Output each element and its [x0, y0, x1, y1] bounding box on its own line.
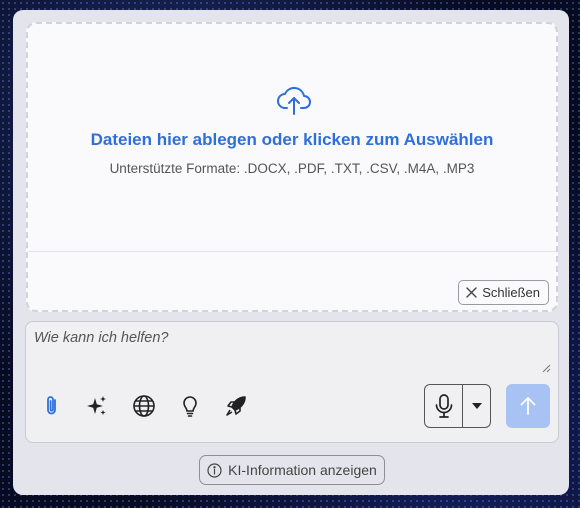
- arrow-up-icon: [520, 397, 536, 415]
- web-search-button[interactable]: [130, 392, 158, 420]
- close-label: Schließen: [482, 285, 540, 300]
- ideas-button[interactable]: [176, 392, 204, 420]
- info-circle-icon: [207, 462, 222, 478]
- ai-info-button[interactable]: KI-Information anzeigen: [199, 455, 385, 485]
- close-icon: [466, 287, 477, 298]
- cloud-upload-icon: [277, 86, 311, 115]
- voice-input-group: [424, 384, 491, 428]
- rocket-icon: [226, 396, 246, 416]
- file-dropzone[interactable]: Dateien hier ablegen oder klicken zum Au…: [26, 22, 558, 312]
- dropzone-title: Dateien hier ablegen oder klicken zum Au…: [90, 130, 494, 149]
- launch-button[interactable]: [222, 392, 250, 420]
- divider: [28, 251, 556, 252]
- sparkles-icon: [87, 396, 106, 415]
- prompt-composer: [25, 321, 559, 443]
- microphone-icon: [435, 394, 452, 418]
- microphone-button[interactable]: [425, 385, 463, 427]
- paperclip-icon: [47, 396, 56, 415]
- close-button[interactable]: Schließen: [458, 280, 549, 305]
- lightbulb-icon: [183, 396, 197, 417]
- send-button[interactable]: [506, 384, 550, 428]
- sparkles-button[interactable]: [83, 392, 111, 420]
- resize-handle-icon[interactable]: [542, 364, 551, 373]
- attach-button[interactable]: [38, 392, 66, 420]
- supported-formats-text: Unterstützte Formate: .DOCX, .PDF, .TXT,…: [109, 161, 475, 176]
- caret-down-icon: [471, 403, 482, 409]
- upload-dialog: Dateien hier ablegen oder klicken zum Au…: [13, 10, 569, 495]
- prompt-input[interactable]: [34, 330, 551, 374]
- ai-info-label: KI-Information anzeigen: [228, 462, 377, 478]
- voice-options-dropdown[interactable]: [463, 385, 490, 427]
- globe-icon: [133, 395, 155, 417]
